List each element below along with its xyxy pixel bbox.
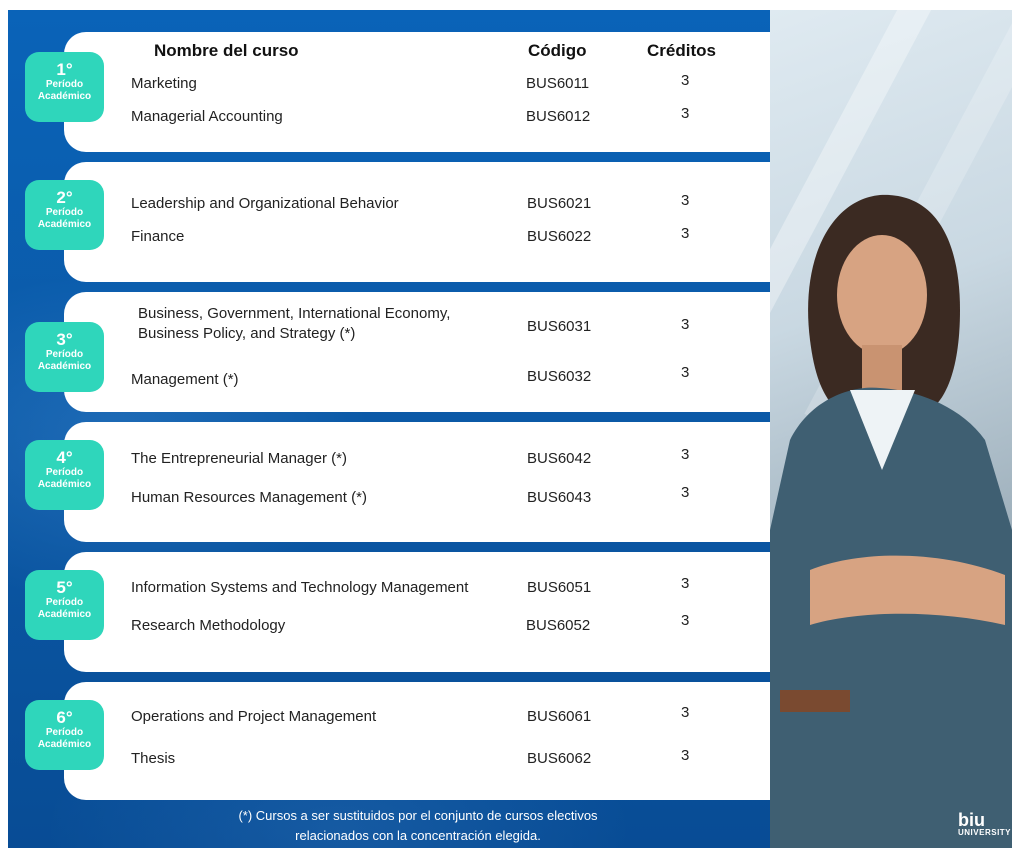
period-band-4 [64, 422, 770, 542]
course-code: BUS6031 [527, 318, 592, 335]
course-credits: 3 [681, 225, 690, 242]
course-code: BUS6012 [526, 108, 591, 125]
university-logo: biu UNIVERSITY [958, 810, 1012, 837]
course-name: Business, Government, International Econ… [138, 305, 451, 342]
period-label-academic: Académico [37, 739, 92, 750]
logo-subtext: UNIVERSITY [958, 828, 1012, 837]
course-code: BUS6011 [526, 75, 590, 92]
course-credits: 3 [681, 704, 690, 721]
period-badge-4: 4° Período Académico [25, 440, 104, 510]
period-number: 5° [56, 578, 73, 597]
period-label: Período [45, 467, 84, 478]
period-badge-5: 5° Período Académico [25, 570, 104, 640]
period-badge-6: 6° Período Académico [25, 700, 104, 770]
header-credits: Créditos [647, 41, 716, 60]
period-number: 4° [56, 448, 73, 467]
period-label-academic: Académico [37, 479, 92, 490]
period-badge-2: 2° Período Académico [25, 180, 104, 250]
course-name: Research Methodology [131, 617, 286, 634]
period-number: 2° [56, 188, 73, 207]
period-badge-3: 3° Período Académico [25, 322, 104, 392]
course-code: BUS6061 [527, 708, 592, 725]
header-course-name: Nombre del curso [154, 41, 299, 60]
course-name: Human Resources Management (*) [131, 489, 367, 506]
course-code: BUS6022 [527, 228, 592, 245]
logo-text: biu [958, 810, 985, 830]
period-label: Período [45, 597, 84, 608]
course-credits: 3 [681, 446, 690, 463]
period-label-academic: Académico [37, 219, 92, 230]
period-label-academic: Académico [37, 91, 92, 102]
course-credits: 3 [681, 747, 690, 764]
course-name: Management (*) [131, 371, 239, 388]
course-name: Finance [131, 228, 185, 245]
period-number: 3° [56, 330, 73, 349]
woman-photo [770, 10, 1012, 848]
footnote-line-2: relacionados con la concentración elegid… [295, 828, 541, 843]
period-number: 1° [56, 60, 73, 79]
course-credits: 3 [681, 105, 690, 122]
course-credits: 3 [681, 72, 690, 89]
course-name: Managerial Accounting [131, 108, 283, 125]
course-code: BUS6042 [527, 450, 592, 467]
period-label: Período [45, 79, 84, 90]
course-code: BUS6052 [526, 617, 591, 634]
period-label: Período [45, 349, 84, 360]
course-credits: 3 [681, 364, 690, 381]
course-name: The Entrepreneurial Manager (*) [131, 450, 347, 467]
course-name: Thesis [131, 750, 176, 767]
course-credits: 3 [681, 316, 690, 333]
course-name: Marketing [131, 75, 197, 92]
course-credits: 3 [681, 575, 690, 592]
period-label-academic: Académico [37, 609, 92, 620]
course-credits: 3 [681, 192, 690, 209]
period-band-6 [64, 682, 770, 800]
course-name: Information Systems and Technology Manag… [131, 579, 469, 596]
period-label: Período [45, 727, 84, 738]
course-credits: 3 [681, 612, 690, 629]
course-code: BUS6021 [527, 195, 592, 212]
course-code: BUS6043 [527, 489, 592, 506]
course-code: BUS6032 [527, 368, 592, 385]
course-credits: 3 [681, 484, 690, 501]
course-name: Operations and Project Management [131, 708, 377, 725]
period-band-2 [64, 162, 770, 282]
course-code: BUS6062 [527, 750, 592, 767]
course-code: BUS6051 [527, 579, 592, 596]
curriculum-panel: Nombre del curso Código Créditos 1° Perí… [8, 10, 770, 848]
period-band-5 [64, 552, 770, 672]
period-badge-1: 1° Período Académico [25, 52, 104, 122]
footnote-line-1: (*) Cursos a ser sustituidos por el conj… [238, 808, 598, 823]
period-label: Período [45, 207, 84, 218]
header-code: Código [528, 41, 587, 60]
woman-illustration [770, 194, 1012, 848]
period-label-academic: Académico [37, 361, 92, 372]
course-name: Leadership and Organizational Behavior [131, 195, 399, 212]
period-number: 6° [56, 708, 73, 727]
